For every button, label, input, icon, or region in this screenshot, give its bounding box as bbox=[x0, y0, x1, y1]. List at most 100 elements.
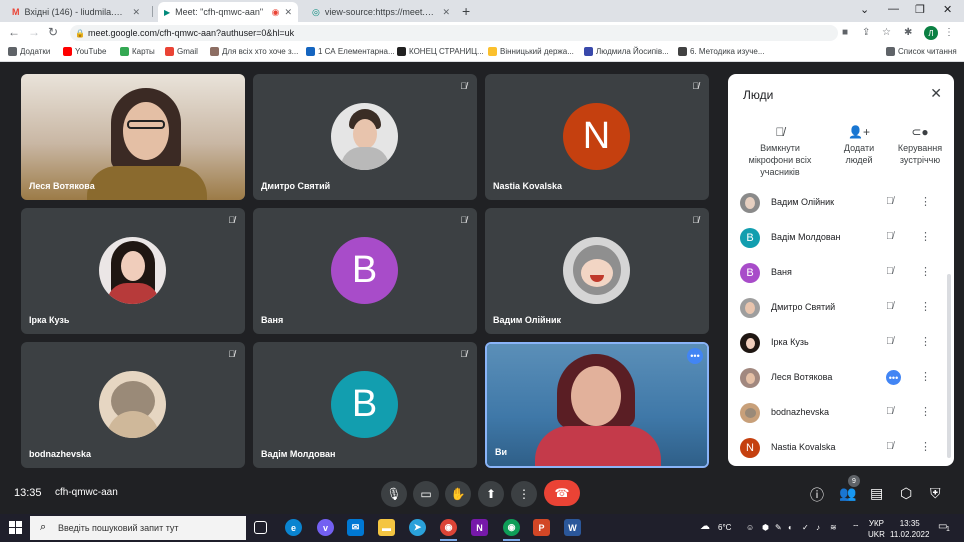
tab-view-source[interactable]: ◎ view-source:https://meet.googl ✕ bbox=[306, 2, 456, 22]
bookmark-youtube[interactable]: YouTube bbox=[63, 47, 106, 56]
chrome-icon[interactable]: ◉ bbox=[440, 519, 457, 536]
tray-icon[interactable]: ✎ bbox=[775, 523, 782, 532]
bookmark-gmail[interactable]: Gmail bbox=[165, 47, 198, 56]
video-tile[interactable]: 🎙̸ bodnazhevska bbox=[21, 342, 245, 468]
close-icon[interactable]: ✕ bbox=[284, 7, 292, 18]
wifi-icon[interactable]: ⌔ bbox=[852, 523, 860, 533]
minimize-icon[interactable]: — bbox=[888, 3, 899, 15]
edge-icon[interactable]: e bbox=[285, 519, 302, 536]
mic-off-icon[interactable]: 🎙̸ bbox=[886, 196, 894, 207]
powerpoint-icon[interactable]: P bbox=[533, 519, 550, 536]
taskbar-clock[interactable]: 13:35 11.02.2022 bbox=[890, 518, 929, 540]
participant-row[interactable]: B Ваня 🎙̸ ⋮ bbox=[728, 257, 954, 292]
more-vert-icon[interactable]: ⋮ bbox=[920, 335, 931, 348]
more-vert-icon[interactable]: ⋮ bbox=[920, 300, 931, 313]
more-options-icon[interactable]: ••• bbox=[687, 348, 703, 364]
restore-icon[interactable]: ❐ bbox=[915, 3, 925, 16]
onenote-icon[interactable]: N bbox=[471, 519, 488, 536]
camera-icon[interactable]: ■ bbox=[842, 27, 848, 38]
bookmark-maps[interactable]: Карты bbox=[120, 47, 155, 56]
share-icon[interactable]: ⇪ bbox=[862, 27, 870, 38]
more-options-button[interactable]: ⋮ bbox=[511, 481, 537, 507]
reload-icon[interactable]: ↻ bbox=[48, 25, 58, 39]
camera-button[interactable]: ▭ bbox=[413, 481, 439, 507]
mail-icon[interactable]: ✉ bbox=[347, 519, 364, 536]
participant-row[interactable]: B Вадім Молдован 🎙̸ ⋮ bbox=[728, 222, 954, 257]
participant-row[interactable]: Дмитро Святий 🎙̸ ⋮ bbox=[728, 292, 954, 327]
bookmark-3[interactable]: КОНЕЦ СТРАНИЦ... bbox=[397, 47, 484, 56]
viber-icon[interactable]: v bbox=[317, 519, 334, 536]
raise-hand-button[interactable]: ✋ bbox=[445, 481, 471, 507]
mute-all-button[interactable]: 🎙̸ Вимкнути мікрофони всіх учасників bbox=[742, 126, 818, 178]
chat-icon[interactable]: ▤ bbox=[870, 485, 883, 502]
mic-button[interactable]: 🎙 bbox=[381, 481, 407, 507]
meeting-controls-button[interactable]: ⊂● Керування зустріччю bbox=[892, 126, 948, 166]
video-tile[interactable]: 🎙̸ Ірка Кузь bbox=[21, 208, 245, 334]
mic-off-icon[interactable]: 🎙̸ bbox=[886, 231, 894, 242]
language-indicator[interactable]: УКР UKR bbox=[868, 518, 885, 540]
add-people-button[interactable]: 👤+ Додати людей bbox=[834, 126, 884, 166]
taskbar-search[interactable]: ⌕ Введіть пошуковий запит тут bbox=[30, 516, 246, 540]
tray-icon[interactable]: ⬢ bbox=[762, 523, 769, 532]
profile-avatar[interactable]: Л bbox=[924, 26, 938, 40]
more-vert-icon[interactable]: ⋮ bbox=[920, 440, 931, 453]
more-vert-icon[interactable]: ⋮ bbox=[920, 230, 931, 243]
host-controls-icon[interactable]: ⛨ bbox=[930, 485, 941, 502]
close-icon[interactable]: ✕ bbox=[132, 7, 140, 18]
close-icon[interactable]: ✕ bbox=[442, 7, 450, 18]
activities-icon[interactable]: ⬡ bbox=[900, 485, 912, 502]
forward-icon[interactable]: → bbox=[28, 25, 40, 39]
task-view-icon[interactable] bbox=[254, 521, 267, 534]
mic-off-icon[interactable]: 🎙̸ bbox=[886, 441, 894, 452]
video-tile[interactable]: 🎙̸ Вадим Олійник bbox=[485, 208, 709, 334]
bookmark-apps[interactable]: Додатки bbox=[8, 47, 50, 56]
more-vert-icon[interactable]: ⋮ bbox=[920, 405, 931, 418]
present-button[interactable]: ⬆ bbox=[478, 481, 504, 507]
scrollbar[interactable] bbox=[947, 274, 951, 458]
tab-gmail[interactable]: M Вхідні (146) - liudmila.nakonechn ✕ bbox=[6, 2, 146, 22]
video-tile-self[interactable]: ••• Ви bbox=[485, 342, 709, 468]
mic-off-icon[interactable]: 🎙̸ bbox=[886, 406, 894, 417]
tab-search-icon[interactable]: ⌄ bbox=[860, 3, 869, 16]
tab-meet[interactable]: ▶ Meet: "cfh-qmwc-aan" ◉ ✕ bbox=[158, 2, 298, 22]
bookmark-4[interactable]: Вінницький держа... bbox=[488, 47, 574, 56]
tray-icon[interactable]: ✓ bbox=[802, 523, 809, 532]
video-tile[interactable]: 🎙̸ B Ваня bbox=[253, 208, 477, 334]
bookmark-1[interactable]: Для всіх хто хоче з... bbox=[210, 47, 298, 56]
network-icon[interactable]: ≋ bbox=[830, 523, 837, 532]
participant-row[interactable]: Вадим Олійник 🎙̸ ⋮ bbox=[728, 187, 954, 222]
info-icon[interactable]: ⓘ bbox=[810, 485, 824, 505]
bookmark-5[interactable]: Людмила Йосипів... bbox=[584, 47, 669, 56]
video-tile[interactable]: 🎙̸ Дмитро Святий bbox=[253, 74, 477, 200]
more-vert-icon[interactable]: ⋮ bbox=[920, 265, 931, 278]
file-explorer-icon[interactable]: ▬ bbox=[378, 519, 395, 536]
video-tile[interactable]: Леся Вотякова bbox=[21, 74, 245, 200]
participant-row[interactable]: Леся Вотякова ••• ⋮ bbox=[728, 362, 954, 397]
more-vert-icon[interactable]: ⋮ bbox=[920, 195, 931, 208]
chrome-profile-icon[interactable]: ◉ bbox=[503, 519, 520, 536]
more-options-icon[interactable]: ••• bbox=[886, 370, 901, 385]
reading-list[interactable]: Список читання bbox=[886, 47, 957, 56]
more-vert-icon[interactable]: ⋮ bbox=[920, 370, 931, 383]
tray-icon[interactable]: ◐ bbox=[788, 523, 793, 532]
url-field[interactable]: 🔒 meet.google.com/cfh-qmwc-aan?authuser=… bbox=[70, 25, 838, 41]
participant-row[interactable]: N Nastia Kovalska 🎙̸ ⋮ bbox=[728, 432, 954, 466]
video-tile[interactable]: 🎙̸ N Nastia Kovalska bbox=[485, 74, 709, 200]
people-icon[interactable]: 👥 bbox=[839, 485, 856, 502]
close-icon[interactable]: ✕ bbox=[930, 85, 942, 102]
participant-row[interactable]: bodnazhevska 🎙̸ ⋮ bbox=[728, 397, 954, 432]
speaker-icon[interactable]: ♪ bbox=[816, 523, 820, 532]
telegram-icon[interactable]: ➤ bbox=[409, 519, 426, 536]
bookmark-2[interactable]: 1 СА Елементарна... bbox=[306, 47, 395, 56]
star-icon[interactable]: ☆ bbox=[882, 27, 891, 38]
close-window-icon[interactable]: ✕ bbox=[943, 3, 952, 16]
video-tile[interactable]: 🎙̸ B Вадім Молдован bbox=[253, 342, 477, 468]
menu-icon[interactable]: ⋮ bbox=[944, 27, 954, 38]
people-tray-icon[interactable]: ☺ bbox=[746, 523, 754, 532]
new-tab-icon[interactable]: + bbox=[462, 3, 470, 19]
participant-row[interactable]: Ірка Кузь 🎙̸ ⋮ bbox=[728, 327, 954, 362]
mic-off-icon[interactable]: 🎙̸ bbox=[886, 266, 894, 277]
bookmark-6[interactable]: 6. Методика изуче... bbox=[678, 47, 765, 56]
leave-call-button[interactable]: ☎ bbox=[544, 480, 580, 506]
windows-start-icon[interactable] bbox=[9, 521, 22, 534]
